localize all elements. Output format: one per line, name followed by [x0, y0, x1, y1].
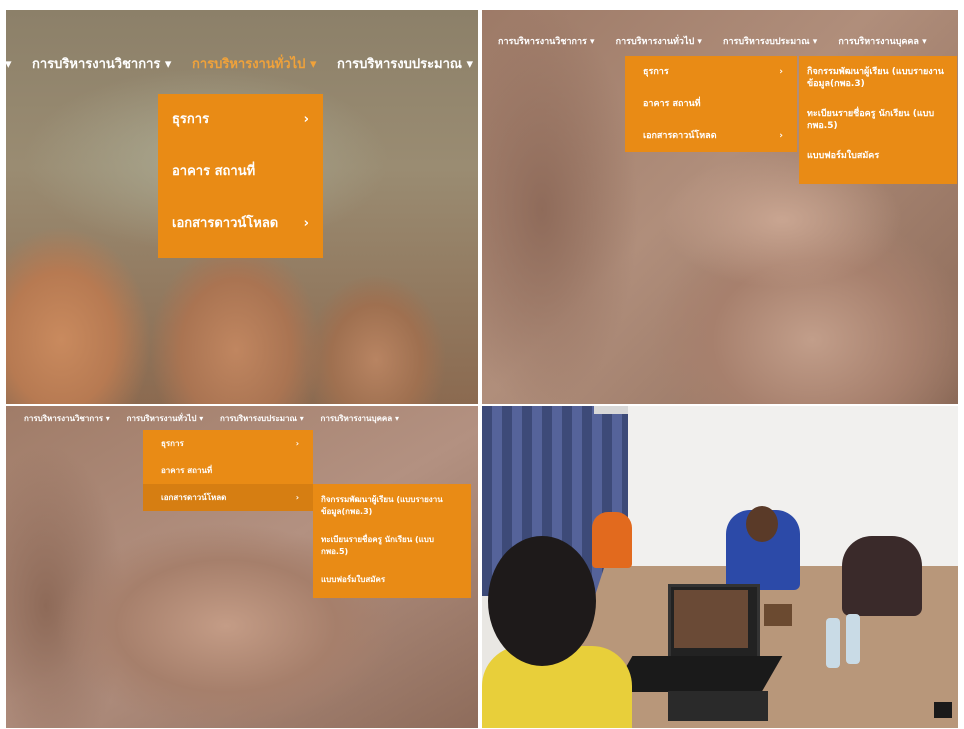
- chevron-right-icon: ›: [779, 131, 783, 141]
- menu-item-downloads[interactable]: เอกสารดาวน์โหลด ›: [625, 120, 797, 152]
- top-navigation: การบริหารงานวิชาการ ▾ การบริหารงานทั่วไป…: [24, 412, 413, 425]
- nav-item-budget[interactable]: การบริหารงบประมาณ ▾: [337, 53, 473, 74]
- screenshot-panel-1: .▾ การบริหารงานวิชาการ ▾ การบริหารงานทั่…: [6, 10, 478, 404]
- person-blue-head: [746, 506, 778, 542]
- menu-item-admin[interactable]: ธุรการ ›: [625, 56, 797, 88]
- menu-item-buildings[interactable]: อาคาร สถานที่: [625, 88, 797, 120]
- flyout-item-activity-report[interactable]: กิจกรรมพัฒนาผู้เรียน (แบบรายงานข้อมูล(กพ…: [799, 56, 957, 98]
- flyout-item-application-form[interactable]: แบบฟอร์มใบสมัคร: [313, 564, 471, 592]
- nav-item-general[interactable]: การบริหารงานทั่วไป ▾: [192, 53, 317, 74]
- chevron-down-icon: ▾: [812, 37, 818, 47]
- chevron-right-icon: ›: [779, 67, 783, 77]
- top-navigation: .▾ การบริหารงานวิชาการ ▾ การบริหารงานทั่…: [6, 53, 478, 74]
- chevron-right-icon: ›: [303, 112, 309, 127]
- chevron-right-icon: ›: [303, 216, 309, 231]
- chevron-down-icon: ▾: [309, 57, 317, 72]
- chevron-down-icon: ▾: [922, 37, 927, 47]
- water-bottle-2: [846, 614, 860, 664]
- nav-item-general[interactable]: การบริหารงานทั่วไป ▾: [616, 34, 702, 48]
- chevron-right-icon: ›: [295, 439, 299, 448]
- nav-item-personnel[interactable]: การบริหารงานบุคคล ▾: [838, 34, 926, 48]
- general-dropdown-menu: ธุรการ › อาคาร สถานที่ เอกสารดาวน์โหลด ›: [158, 94, 323, 258]
- chevron-down-icon: ▾: [6, 57, 12, 72]
- downloads-flyout-menu: กิจกรรมพัฒนาผู้เรียน (แบบรายงานข้อมูล(กพ…: [799, 56, 957, 184]
- screenshot-panel-3: การบริหารงานวิชาการ ▾ การบริหารงานทั่วไป…: [6, 406, 478, 728]
- menu-item-downloads[interactable]: เอกสารดาวน์โหลด ›: [158, 198, 323, 250]
- chevron-down-icon: ▾: [697, 37, 702, 47]
- chevron-down-icon: ▾: [394, 414, 399, 423]
- menu-item-admin[interactable]: ธุรการ ›: [158, 94, 323, 146]
- person-orange-shirt: [592, 512, 632, 568]
- chevron-down-icon: ▾: [164, 57, 172, 72]
- menu-item-buildings[interactable]: อาคาร สถานที่: [158, 146, 323, 198]
- menu-item-downloads[interactable]: เอกสารดาวน์โหลด ›: [143, 484, 313, 511]
- chevron-down-icon: ▾: [199, 414, 204, 423]
- nav-item-personnel[interactable]: การบริหารงานบุคคล ▾: [321, 412, 399, 425]
- meeting-photo: [482, 406, 958, 728]
- screenshot-panel-2: การบริหารงานวิชาการ ▾ การบริหารงานทั่วไป…: [482, 10, 958, 404]
- flyout-item-teacher-student-register[interactable]: ทะเบียนรายชื่อครู นักเรียน (แบบ กพอ.5): [313, 524, 471, 564]
- nav-item-budget[interactable]: การบริหารงบประมาณ ▾: [220, 412, 304, 425]
- water-bottle-1: [826, 618, 840, 668]
- chevron-down-icon: ▾: [590, 37, 595, 47]
- nav-lead-fragment: .▾: [6, 57, 11, 72]
- general-dropdown-menu: ธุรการ › อาคาร สถานที่ เอกสารดาวน์โหลด ›: [143, 430, 313, 511]
- person-yellow-hair: [488, 536, 596, 666]
- nav-item-budget[interactable]: การบริหารงบประมาณ ▾: [723, 34, 817, 48]
- tissue-box: [764, 604, 792, 626]
- nav-item-academic[interactable]: การบริหารงานวิชาการ ▾: [32, 53, 171, 74]
- nav-item-academic[interactable]: การบริหารงานวิชาการ ▾: [24, 412, 110, 425]
- laptop-screen: [674, 590, 748, 648]
- nav-item-general[interactable]: การบริหารงานทั่วไป ▾: [127, 412, 204, 425]
- chevron-down-icon: ▾: [466, 57, 474, 72]
- chevron-down-icon: ▾: [105, 414, 110, 423]
- chevron-right-icon: ›: [295, 493, 299, 502]
- nav-item-academic[interactable]: การบริหารงานวิชาการ ▾: [498, 34, 595, 48]
- general-dropdown-menu: ธุรการ › อาคาร สถานที่ เอกสารดาวน์โหลด ›: [625, 56, 797, 152]
- top-navigation: การบริหารงานวิชาการ ▾ การบริหารงานทั่วไป…: [498, 34, 945, 48]
- flyout-item-teacher-student-register[interactable]: ทะเบียนรายชื่อครู นักเรียน (แบบ กพอ.5): [799, 98, 957, 140]
- phone: [934, 702, 952, 718]
- person-right: [842, 536, 922, 616]
- menu-item-admin[interactable]: ธุรการ ›: [143, 430, 313, 457]
- flyout-item-application-form[interactable]: แบบฟอร์มใบสมัคร: [799, 140, 957, 170]
- menu-item-buildings[interactable]: อาคาร สถานที่: [143, 457, 313, 484]
- chevron-down-icon: ▾: [299, 414, 304, 423]
- mouse-pad: [668, 691, 768, 721]
- downloads-flyout-menu: กิจกรรมพัฒนาผู้เรียน (แบบรายงานข้อมูล(กพ…: [313, 484, 471, 598]
- laptop-base: [611, 656, 783, 692]
- flyout-item-activity-report[interactable]: กิจกรรมพัฒนาผู้เรียน (แบบรายงานข้อมูล(กพ…: [313, 484, 471, 524]
